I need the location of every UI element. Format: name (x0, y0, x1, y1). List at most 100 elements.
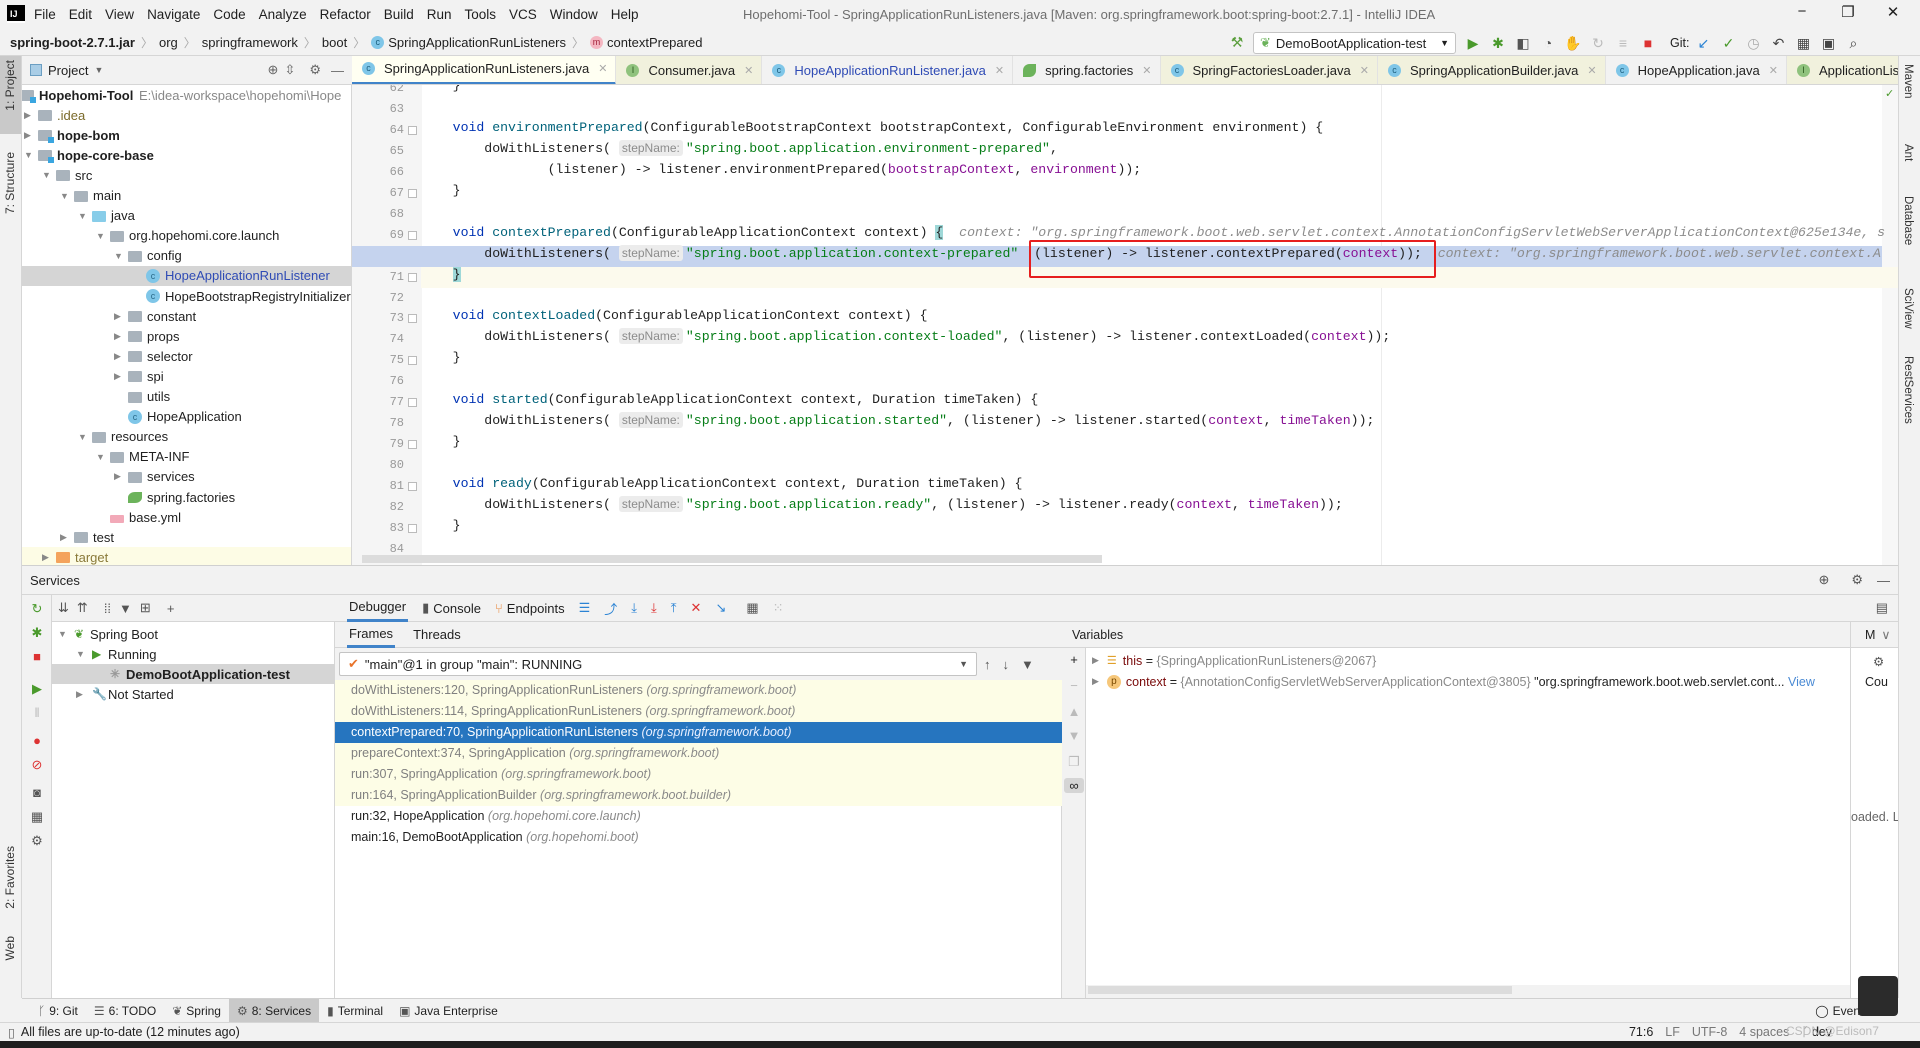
fold-marker-icon[interactable] (408, 272, 417, 282)
stack-frame[interactable]: run:164, SpringApplicationBuilder (org.s… (335, 785, 1062, 806)
editor-tab[interactable]: spring.factories ✕ (1013, 56, 1161, 84)
expanded-arrow-icon[interactable]: ▼ (78, 432, 88, 442)
tree-item[interactable]: HopeApplicationRunListener (22, 265, 351, 286)
fold-marker-icon[interactable] (408, 356, 417, 366)
line-number[interactable]: 64 (352, 120, 404, 141)
line-number[interactable]: 74 (352, 329, 404, 350)
layout-settings-icon[interactable]: ▤ (1876, 600, 1888, 616)
add-service-icon[interactable]: + (167, 601, 175, 616)
line-number[interactable]: 63 (352, 99, 404, 120)
git-update-icon[interactable]: ↙ (1692, 32, 1714, 54)
tree-item[interactable]: ▶ props (22, 326, 351, 346)
run-configuration-select[interactable]: ❦ DemoBootApplication-test ▼ (1253, 32, 1456, 54)
caret-position[interactable]: 71:6 (1629, 1025, 1653, 1039)
fold-marker-icon[interactable] (408, 314, 417, 324)
tool-button-todo[interactable]: ☰ 6: TODO (86, 999, 164, 1023)
line-number[interactable]: 79 (352, 434, 404, 455)
editor-tab[interactable]: c HopeApplication.java ✕ (1606, 56, 1787, 84)
minimize-button[interactable]: − (1787, 3, 1817, 20)
line-number[interactable]: 62 (352, 85, 404, 99)
tree-item[interactable]: spring.factories (22, 487, 351, 507)
editor-tab[interactable]: I ApplicationListene (1786, 56, 1898, 84)
expanded-arrow-icon[interactable]: ▼ (58, 629, 68, 639)
menu-file[interactable]: File (34, 7, 56, 22)
close-tab-icon[interactable]: ✕ (1142, 64, 1151, 77)
line-number[interactable]: 78 (352, 413, 404, 434)
tree-item[interactable]: ▶ target (22, 547, 351, 565)
stop-icon[interactable]: ■ (29, 649, 45, 664)
fold-marker-icon[interactable] (408, 230, 417, 240)
variables-scrollbar[interactable] (1088, 986, 1512, 994)
menu-edit[interactable]: Edit (69, 7, 92, 22)
menu-run[interactable]: Run (427, 7, 452, 22)
tool-structure[interactable]: 7: Structure (3, 152, 17, 214)
tab-endpoints[interactable]: ⑂ Endpoints (495, 595, 565, 622)
menu-tools[interactable]: Tools (465, 7, 497, 22)
gear-icon[interactable]: ⚙ (309, 62, 321, 78)
tree-item[interactable]: ▼ hope-core-base (22, 145, 351, 165)
close-button[interactable]: ✕ (1878, 3, 1908, 21)
code-line[interactable]: void ready(ConfigurableApplicationContex… (421, 476, 1898, 497)
rerun-icon[interactable]: ↻ (29, 601, 45, 617)
line-number[interactable]: 76 (352, 371, 404, 392)
git-rollback-icon[interactable]: ↶ (1767, 32, 1789, 54)
group-by-icon[interactable]: ⁞⁞ (104, 601, 111, 616)
code-line[interactable]: } (421, 183, 1898, 204)
add-watch-icon[interactable]: + (1066, 652, 1082, 667)
tab-threads[interactable]: Threads (413, 627, 461, 642)
memory-tab[interactable]: M (1865, 628, 1875, 642)
restore-button[interactable]: ❐ (1833, 3, 1863, 21)
line-number[interactable]: 82 (352, 497, 404, 518)
breadcrumb-item[interactable]: 〉 springframework (178, 34, 298, 51)
project-structure-icon[interactable]: ▦ (1792, 32, 1814, 54)
coverage-icon[interactable]: ◧ (1512, 32, 1534, 54)
thread-select[interactable]: ✔ "main"@1 in group "main": RUNNING ▼ (339, 652, 977, 676)
line-number[interactable]: 73 (352, 308, 404, 329)
code-line[interactable]: } (421, 518, 1898, 539)
run-to-cursor-icon[interactable]: ↘ (715, 600, 726, 616)
code-editor[interactable]: 6263646566676869707172737475767778798081… (352, 85, 1898, 565)
view-breakpoints-icon[interactable]: ● (29, 733, 45, 748)
mute-breakpoints-icon[interactable]: ⊘ (29, 757, 45, 773)
variable-row[interactable]: ▶ ☰ this = {SpringApplicationRunListeners@… (1086, 650, 1846, 671)
menu-help[interactable]: Help (611, 7, 639, 22)
expanded-arrow-icon[interactable]: ▼ (96, 452, 106, 462)
close-tab-icon[interactable]: ✕ (744, 64, 753, 77)
code-line[interactable] (421, 371, 1898, 392)
tool-button-terminal[interactable]: ▮ Terminal (319, 999, 391, 1023)
line-number[interactable]: 66 (352, 162, 404, 183)
line-number[interactable]: 71 (352, 267, 404, 288)
tool-button-spring[interactable]: ❦ Spring (164, 999, 229, 1023)
expanded-arrow-icon[interactable]: ▼ (42, 170, 52, 180)
code-line[interactable]: void started(ConfigurableApplicationCont… (421, 392, 1898, 413)
collapsed-arrow-icon[interactable]: ▶ (24, 130, 34, 141)
service-item[interactable]: ▼ ▶ Running (52, 644, 335, 664)
rerun-icon[interactable]: ↻ (1587, 32, 1609, 54)
tree-item[interactable]: ▼ config (22, 246, 351, 266)
editor-tab[interactable]: c SpringFactoriesLoader.java ✕ (1160, 56, 1378, 84)
collapse-icon[interactable]: ⇳ (284, 62, 295, 78)
next-frame-icon[interactable]: ↓ (1003, 657, 1010, 672)
expanded-arrow-icon[interactable]: ▼ (114, 251, 124, 261)
tree-item[interactable]: ▼ java (22, 206, 351, 226)
drop-frame-icon[interactable]: ✕ (691, 600, 702, 616)
watches-toggle-icon[interactable]: ∞ (1064, 778, 1084, 793)
tool-project[interactable]: 1: Project (3, 60, 17, 111)
project-view-select[interactable]: Project (48, 63, 88, 78)
git-history-icon[interactable]: ◷ (1742, 32, 1764, 54)
tree-item[interactable]: base.yml (22, 507, 351, 527)
tab-frames[interactable]: Frames (347, 622, 396, 648)
copy-icon[interactable]: ❐ (1066, 754, 1082, 770)
fold-marker-icon[interactable] (408, 482, 417, 492)
tree-item[interactable]: ▶ test (22, 527, 351, 547)
move-down-icon[interactable]: ▼ (1066, 728, 1082, 743)
run-icon[interactable]: ▶ (1462, 32, 1484, 54)
move-up-icon[interactable]: ▲ (1066, 704, 1082, 719)
stack-frame[interactable]: prepareContext:374, SpringApplication (o… (335, 743, 1062, 764)
code-line[interactable]: (listener) -> listener.environmentPrepar… (421, 162, 1898, 183)
tool-maven[interactable]: Maven (1902, 64, 1914, 99)
step-over-icon[interactable]: ⤓ (631, 600, 637, 616)
tool-button-git[interactable]: ᚴ 9: Git (30, 999, 86, 1023)
fold-marker-icon[interactable] (408, 125, 417, 135)
tree-item[interactable]: ▼ main (22, 186, 351, 206)
